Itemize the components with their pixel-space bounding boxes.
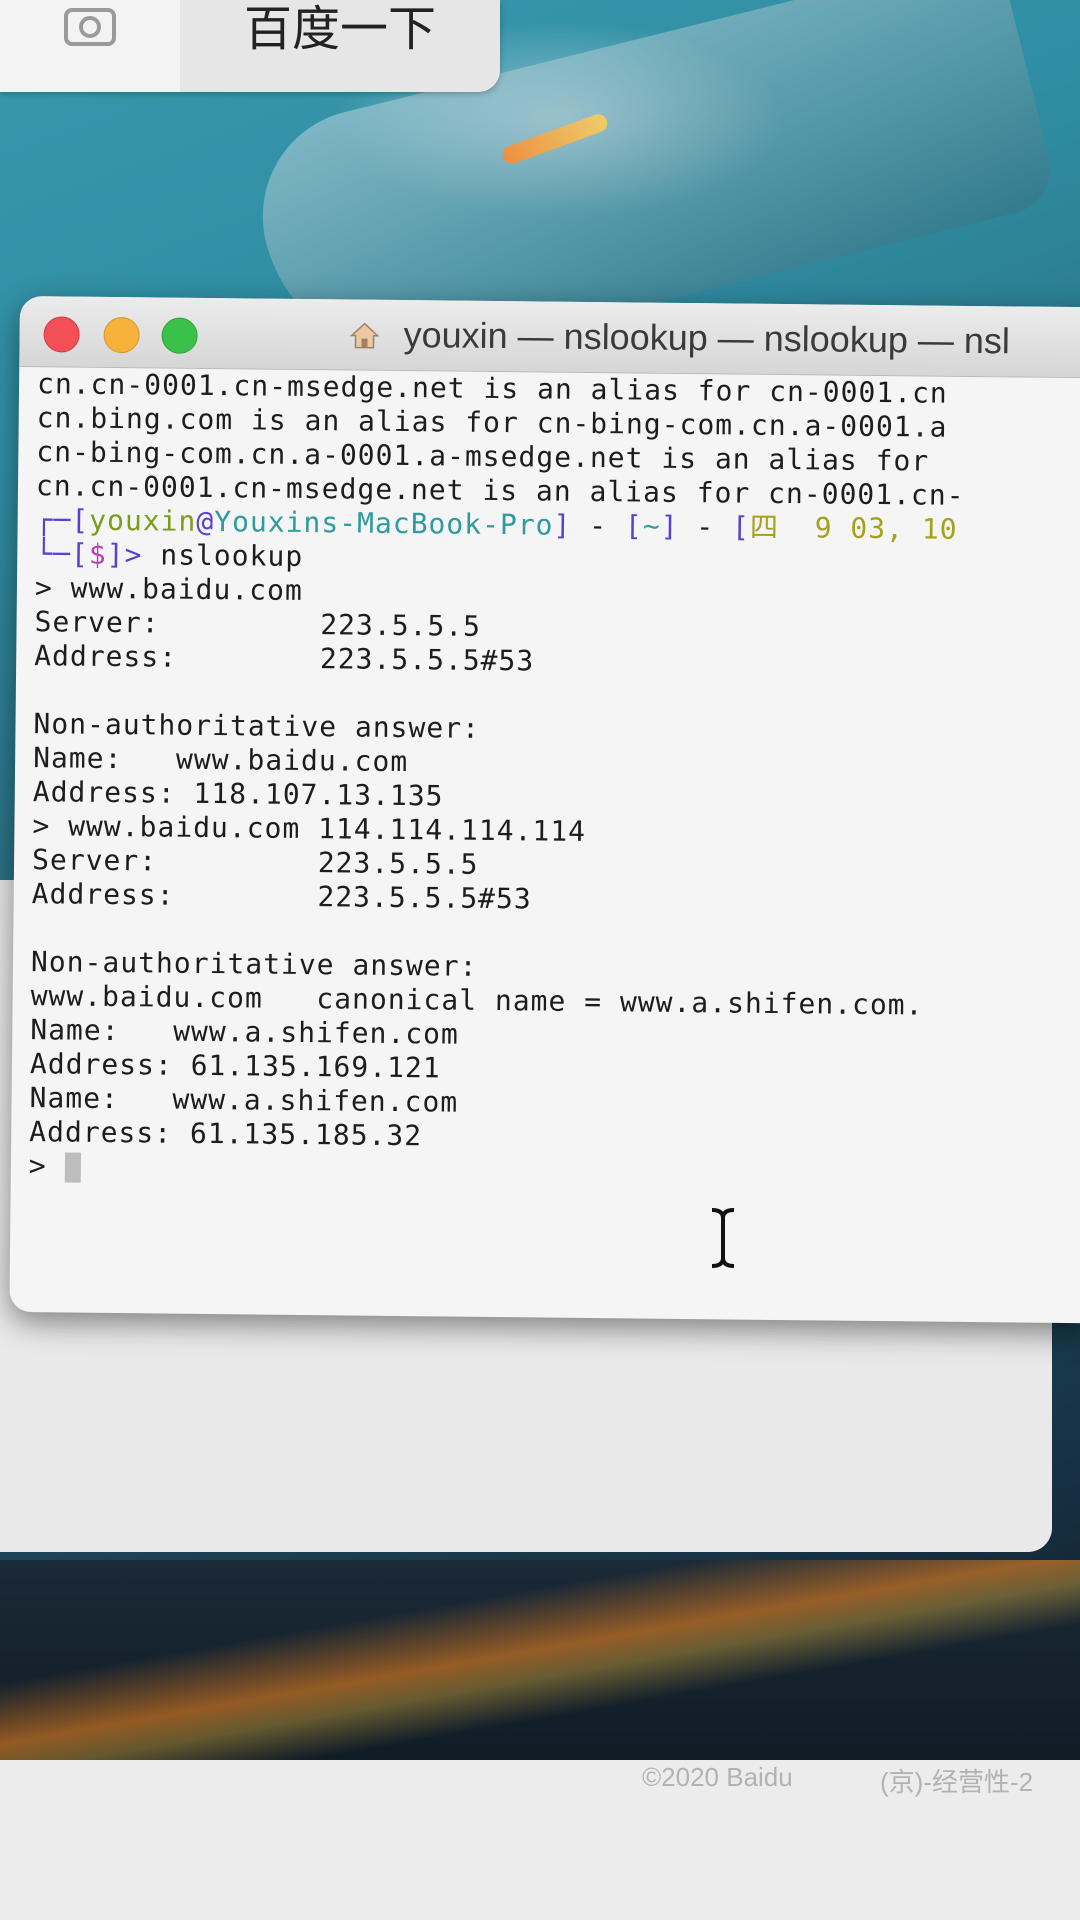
camera-icon[interactable] — [60, 0, 124, 52]
footer-license[interactable]: (京)-经营性-2 — [880, 1762, 1033, 1799]
ibeam-cursor-icon — [711, 1208, 735, 1268]
prompt-user: youxin — [89, 503, 197, 538]
prompt-host: Youxins-MacBook-Pro — [214, 505, 554, 542]
prompt-command-line: └─[$]> nslookup — [35, 537, 304, 573]
prompt-corner: └─ — [35, 537, 72, 571]
session-line: Address: 61.135.185.32 — [29, 1115, 423, 1153]
prompt-symbol: $ — [88, 537, 107, 571]
prompt-date: 四 9 03, 10 — [749, 510, 958, 546]
camera-lens — [79, 16, 101, 38]
prompt-command: nslookup — [160, 538, 304, 573]
session-line: Address: 223.5.5.5#53 — [31, 877, 532, 916]
browser-search-bar: 百度一下 — [0, 0, 500, 92]
session-line: > www.baidu.com — [34, 571, 303, 607]
prompt-corner: ┌─ — [35, 503, 72, 537]
minimize-button[interactable] — [103, 316, 140, 354]
footer-copyright: ©2020 Baidu — [642, 1762, 793, 1792]
session-line: Address: 223.5.5.5#53 — [34, 639, 535, 678]
text-cursor — [64, 1152, 81, 1183]
prompt-path: ~ — [642, 509, 661, 543]
terminal-window[interactable]: youxin — nslookup — nslookup — nsl cn.cn… — [9, 296, 1080, 1324]
zoom-button[interactable] — [161, 317, 198, 354]
close-button[interactable] — [43, 316, 80, 353]
input-prompt-line[interactable]: > — [29, 1148, 81, 1185]
input-prompt: > — [28, 1149, 47, 1183]
home-icon — [349, 322, 380, 349]
window-title: youxin — nslookup — nslookup — nsl — [403, 314, 1011, 362]
wallpaper-fire — [0, 1560, 1080, 1780]
search-button[interactable]: 百度一下 — [180, 0, 500, 92]
terminal-titlebar[interactable]: youxin — nslookup — nslookup — nsl — [19, 296, 1080, 379]
